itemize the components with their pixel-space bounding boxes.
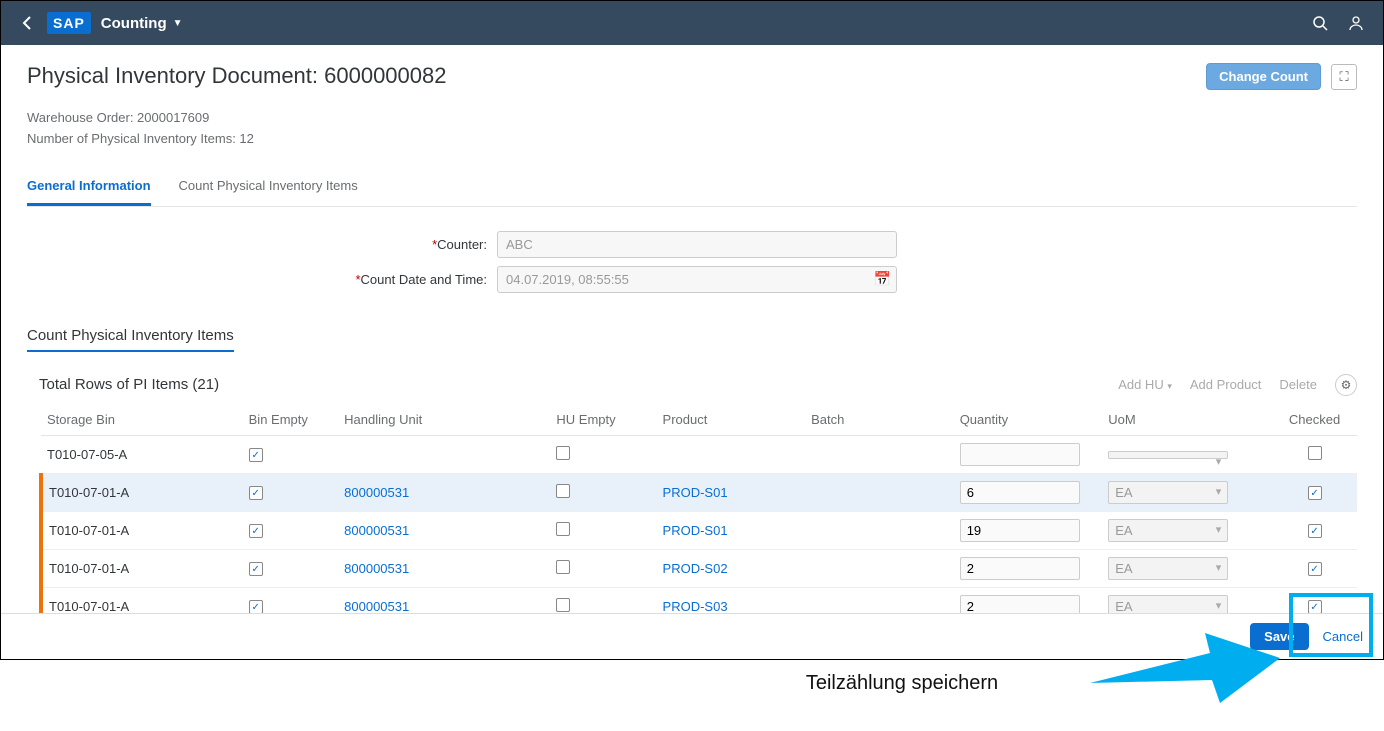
cell-batch: [805, 473, 954, 511]
back-button[interactable]: [13, 9, 41, 37]
col-bin-empty[interactable]: Bin Empty: [243, 404, 339, 436]
hu-empty-checkbox[interactable]: [556, 522, 570, 536]
quantity-input[interactable]: [960, 519, 1080, 542]
app-title-dropdown[interactable]: Counting ▼: [101, 15, 183, 32]
user-button[interactable]: [1341, 8, 1371, 38]
product-link[interactable]: PROD-S01: [663, 485, 728, 500]
app-title-text: Counting: [101, 15, 167, 32]
handling-unit-link[interactable]: 800000531: [344, 561, 409, 576]
tab-bar: General Information Count Physical Inven…: [27, 178, 1357, 207]
quantity-input[interactable]: [960, 557, 1080, 580]
add-product-button[interactable]: Add Product: [1190, 377, 1262, 392]
tab-general-information[interactable]: General Information: [27, 178, 151, 206]
annotation-arrow: [1090, 608, 1280, 708]
calendar-icon[interactable]: 📅: [874, 271, 891, 288]
product-link[interactable]: PROD-S01: [663, 523, 728, 538]
section-title-count-items: Count Physical Inventory Items: [27, 327, 234, 352]
items-count-text: Number of Physical Inventory Items: 12: [27, 129, 1357, 150]
table-row[interactable]: T010-07-01-A 800000531 PROD-S01 EA: [41, 511, 1357, 549]
cell-batch: [805, 587, 954, 613]
hu-empty-checkbox[interactable]: [556, 484, 570, 498]
handling-unit-link[interactable]: 800000531: [344, 599, 409, 613]
expand-icon: ⛶: [1339, 69, 1348, 85]
bin-empty-checkbox[interactable]: [249, 486, 263, 500]
table-title: Total Rows of PI Items (21): [39, 376, 219, 393]
product-link[interactable]: PROD-S02: [663, 561, 728, 576]
handling-unit-link[interactable]: 800000531: [344, 523, 409, 538]
delete-button[interactable]: Delete: [1279, 377, 1317, 392]
bin-empty-checkbox[interactable]: [249, 562, 263, 576]
col-storage-bin[interactable]: Storage Bin: [41, 404, 243, 436]
uom-select[interactable]: EA: [1108, 557, 1228, 580]
col-hu-empty[interactable]: HU Empty: [550, 404, 656, 436]
col-quantity[interactable]: Quantity: [954, 404, 1103, 436]
col-batch[interactable]: Batch: [805, 404, 954, 436]
hu-empty-checkbox[interactable]: [556, 598, 570, 612]
user-icon: [1348, 15, 1364, 31]
counter-input[interactable]: [497, 231, 897, 258]
hu-empty-checkbox[interactable]: [556, 560, 570, 574]
cell-storage-bin: T010-07-01-A: [41, 549, 243, 587]
cell-batch: [805, 549, 954, 587]
cell-batch: [805, 435, 954, 473]
table-row[interactable]: T010-07-05-A: [41, 435, 1357, 473]
cell-storage-bin: T010-07-01-A: [41, 587, 243, 613]
col-uom[interactable]: UoM: [1102, 404, 1272, 436]
chevron-down-icon: ▾: [1167, 381, 1172, 391]
search-button[interactable]: [1305, 8, 1335, 38]
checked-checkbox[interactable]: [1308, 486, 1322, 500]
bin-empty-checkbox[interactable]: [249, 524, 263, 538]
bin-empty-checkbox[interactable]: [249, 448, 263, 462]
uom-select[interactable]: EA: [1108, 519, 1228, 542]
counter-label: *Counter:: [27, 237, 497, 252]
uom-select[interactable]: EA: [1108, 481, 1228, 504]
warehouse-order-text: Warehouse Order: 2000017609: [27, 108, 1357, 129]
cell-storage-bin: T010-07-05-A: [41, 435, 243, 473]
chevron-down-icon: ▼: [173, 18, 183, 29]
search-icon: [1312, 15, 1328, 31]
gear-icon: ⚙: [1341, 378, 1352, 392]
fullscreen-button[interactable]: ⛶: [1331, 64, 1357, 90]
shell-header: SAP Counting ▼: [1, 1, 1383, 45]
checked-checkbox[interactable]: [1308, 524, 1322, 538]
quantity-input[interactable]: [960, 595, 1080, 613]
checked-checkbox[interactable]: [1308, 600, 1322, 613]
col-handling-unit[interactable]: Handling Unit: [338, 404, 550, 436]
uom-select[interactable]: [1108, 451, 1228, 459]
product-link[interactable]: PROD-S03: [663, 599, 728, 613]
quantity-input[interactable]: [960, 481, 1080, 504]
checked-checkbox[interactable]: [1308, 446, 1322, 460]
bin-empty-checkbox[interactable]: [249, 600, 263, 613]
cell-storage-bin: T010-07-01-A: [41, 511, 243, 549]
cell-storage-bin: T010-07-01-A: [41, 473, 243, 511]
table-row[interactable]: T010-07-01-A 800000531 PROD-S01 EA: [41, 473, 1357, 511]
col-checked[interactable]: Checked: [1272, 404, 1357, 436]
change-count-button[interactable]: Change Count: [1206, 63, 1321, 90]
tab-count-items[interactable]: Count Physical Inventory Items: [179, 178, 358, 206]
hu-empty-checkbox[interactable]: [556, 446, 570, 460]
col-product[interactable]: Product: [657, 404, 806, 436]
count-datetime-label: *Count Date and Time:: [27, 272, 497, 287]
chevron-left-icon: [21, 16, 33, 30]
checked-checkbox[interactable]: [1308, 562, 1322, 576]
cancel-button[interactable]: Cancel: [1323, 629, 1363, 644]
page-title: Physical Inventory Document: 6000000082: [27, 63, 446, 89]
table-row[interactable]: T010-07-01-A 800000531 PROD-S02 EA: [41, 549, 1357, 587]
cell-batch: [805, 511, 954, 549]
count-datetime-input[interactable]: [497, 266, 897, 293]
table-settings-button[interactable]: ⚙: [1335, 374, 1357, 396]
add-hu-button[interactable]: Add HU ▾: [1118, 377, 1172, 392]
pi-items-table: Storage Bin Bin Empty Handling Unit HU E…: [39, 404, 1357, 613]
sap-logo: SAP: [47, 12, 91, 34]
handling-unit-link[interactable]: 800000531: [344, 485, 409, 500]
quantity-input[interactable]: [960, 443, 1080, 466]
